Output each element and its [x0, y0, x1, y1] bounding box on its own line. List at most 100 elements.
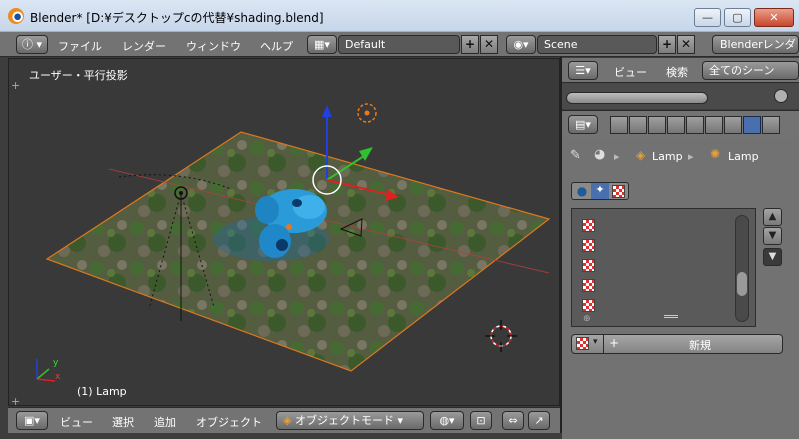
- add-layout-button[interactable]: +: [461, 35, 479, 54]
- outliner-header: ☰▾ ビュー 検索 全てのシーン: [562, 58, 799, 83]
- outliner-scroll-handle[interactable]: [774, 89, 788, 103]
- menu-select[interactable]: 選択: [112, 414, 134, 430]
- 3d-viewport[interactable]: + + ユーザー・平行投影 y x (1) Lamp: [8, 58, 560, 406]
- remove-layout-button[interactable]: ✕: [480, 35, 498, 54]
- texture-list-scrollbar[interactable]: [735, 215, 749, 322]
- interaction-mode-dropdown[interactable]: ◈ オブジェクトモード ▾: [276, 411, 424, 430]
- texture-tab-icon[interactable]: [743, 116, 761, 134]
- properties-editor-type[interactable]: ▤▾: [568, 115, 598, 134]
- minimize-button[interactable]: —: [694, 8, 721, 27]
- breadcrumb-separator-icon: ▸: [614, 150, 620, 163]
- properties-panel: ✎ ◕ ▸ ◈ Lamp ▸ ✺ Lamp ● ✦ ⊕ ▲ ▼ ▼ ▾ + 新規: [562, 138, 799, 439]
- outliner-icon: ☰▾: [575, 64, 591, 77]
- outliner-editor-type[interactable]: ☰▾: [568, 61, 598, 80]
- cube-icon: ▣▾: [24, 414, 40, 427]
- pivot-point-button[interactable]: ⊡: [470, 411, 492, 430]
- move-slot-down-button[interactable]: ▼: [763, 227, 782, 245]
- axis-y-label: y: [53, 358, 59, 368]
- bottom-margin: [0, 433, 562, 439]
- scene-tab-icon[interactable]: [648, 116, 666, 134]
- plus-icon: +: [609, 336, 620, 350]
- menu-file[interactable]: ファイル: [58, 38, 102, 54]
- screen-layout-selector[interactable]: ▦▾: [307, 35, 337, 54]
- scene-selector[interactable]: ◉▾: [506, 35, 536, 54]
- render-layers-tab-icon[interactable]: [629, 116, 647, 134]
- viewport-scene: + +: [11, 79, 551, 406]
- close-window-button[interactable]: ✕: [754, 8, 794, 27]
- data-tab-icon[interactable]: [724, 116, 742, 134]
- outliner-scrollbar[interactable]: [566, 92, 708, 104]
- view-mode-label: ユーザー・平行投影: [29, 69, 128, 82]
- blender-logo-icon: [8, 8, 24, 24]
- mode-label: オブジェクトモード: [294, 414, 394, 427]
- pin-icon[interactable]: ✎: [570, 148, 581, 163]
- shading-icon: ◍▾: [439, 414, 455, 427]
- 3d-view-header: ▣▾ ビュー 選択 追加 オブジェクト ◈ オブジェクトモード ▾ ◍▾ ⊡ ⇔…: [8, 407, 560, 433]
- texture-slot-icon[interactable]: [582, 239, 595, 252]
- lamp-context-icon[interactable]: ✦: [591, 183, 609, 199]
- svg-text:+: +: [11, 395, 20, 406]
- menu-add[interactable]: 追加: [154, 414, 176, 430]
- list-resize-plus-icon[interactable]: ⊕: [583, 314, 591, 324]
- texture-slot-icon[interactable]: [582, 279, 595, 292]
- constraints-tab-icon[interactable]: [705, 116, 723, 134]
- object-tab-icon[interactable]: [686, 116, 704, 134]
- scene-field[interactable]: Scene: [537, 35, 657, 54]
- menu-view[interactable]: ビュー: [60, 414, 93, 430]
- manipulator-toggle[interactable]: ⇔: [502, 411, 524, 430]
- menu-help[interactable]: ヘルプ: [260, 38, 293, 54]
- transform-axes-button[interactable]: ↗: [528, 411, 550, 430]
- outliner-filter-dropdown[interactable]: 全てのシーン: [702, 61, 799, 80]
- texture-list-scroll-thumb[interactable]: [737, 272, 747, 296]
- texture-context-icon[interactable]: [612, 185, 625, 198]
- move-slot-up-button[interactable]: ▲: [763, 208, 782, 226]
- editor-type-button[interactable]: ⓘ ▾: [16, 35, 48, 54]
- active-object-label: (1) Lamp: [77, 385, 127, 398]
- texture-context-group: ● ✦: [571, 182, 629, 200]
- object-cube-icon: ◈: [636, 148, 646, 162]
- physics-tab-icon[interactable]: [762, 116, 780, 134]
- texture-browse-button[interactable]: ▾: [572, 335, 604, 353]
- chevron-updown-icon: ▾: [593, 337, 598, 347]
- info-icon: ⓘ: [21, 38, 33, 51]
- list-resize-grip-icon[interactable]: [664, 315, 678, 318]
- menu-render[interactable]: レンダー: [122, 38, 166, 54]
- outliner-body[interactable]: [562, 83, 799, 109]
- outliner-menu-search[interactable]: 検索: [666, 64, 688, 80]
- texture-slot-icon[interactable]: [582, 299, 595, 312]
- axis-x-label: x: [55, 372, 61, 382]
- window-title: Blender* [D:¥デスクトップcの代替¥shading.blend]: [30, 11, 324, 25]
- info-header: ⓘ ▾ ファイル レンダー ウィンドウ ヘルプ ▦▾ Default + ✕ ◉…: [0, 32, 799, 57]
- render-tab-icon[interactable]: [610, 116, 628, 134]
- area-divider[interactable]: [560, 57, 562, 439]
- manipulator-icon: ⇔: [508, 414, 518, 427]
- svg-text:+: +: [11, 79, 20, 92]
- texture-slot-icon[interactable]: [582, 259, 595, 272]
- specials-menu-button[interactable]: ▼: [763, 248, 782, 266]
- menu-object[interactable]: オブジェクト: [196, 414, 262, 430]
- world-context-icon[interactable]: ●: [574, 184, 590, 198]
- new-texture-label: 新規: [689, 339, 711, 352]
- viewport-shading-dropdown[interactable]: ◍▾: [430, 411, 464, 430]
- 3d-cursor[interactable]: [485, 320, 517, 352]
- screen-layout-field[interactable]: Default: [338, 35, 460, 54]
- render-engine-dropdown[interactable]: Blenderレンダ: [712, 35, 799, 54]
- breadcrumb-object[interactable]: Lamp: [652, 150, 683, 163]
- outliner-menu-view[interactable]: ビュー: [614, 64, 647, 80]
- properties-header: ▤▾: [562, 110, 799, 138]
- pivot-icon: ⊡: [476, 414, 486, 427]
- maximize-button[interactable]: ▢: [724, 8, 751, 27]
- remove-scene-button[interactable]: ✕: [677, 35, 695, 54]
- axes-icon: ↗: [534, 414, 544, 427]
- texture-slot-list[interactable]: ⊕: [571, 208, 756, 327]
- texture-slot-icon[interactable]: [582, 219, 595, 232]
- editor-type-button-3d[interactable]: ▣▾: [16, 411, 48, 430]
- menu-window[interactable]: ウィンドウ: [186, 38, 241, 54]
- chevron-updown-icon: ▾: [32, 38, 43, 51]
- breadcrumb-lamp-data[interactable]: Lamp: [728, 150, 759, 163]
- layout-icon: ▦▾: [314, 38, 330, 51]
- add-scene-button[interactable]: +: [658, 35, 676, 54]
- breadcrumb-separator-icon: ▸: [688, 150, 694, 163]
- world-tab-icon[interactable]: [667, 116, 685, 134]
- new-texture-button[interactable]: + 新規: [605, 335, 783, 353]
